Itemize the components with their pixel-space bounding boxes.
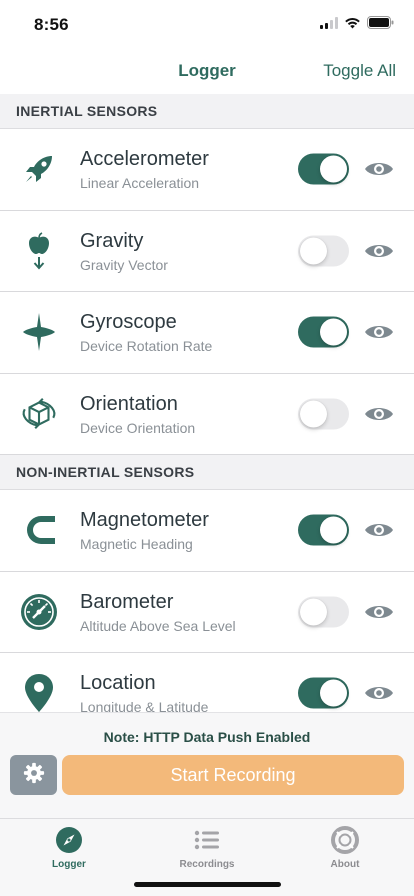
orientation-toggle[interactable]	[298, 398, 349, 430]
gravity-toggle[interactable]	[298, 235, 349, 267]
sensor-name: Gravity	[80, 229, 144, 252]
sensor-description: Device Rotation Rate	[80, 338, 213, 354]
wifi-icon	[344, 16, 361, 34]
recording-panel: Note: HTTP Data Push Enabled Start Recor…	[0, 712, 414, 818]
toggle-knob	[300, 598, 327, 626]
map-pin-icon	[20, 674, 58, 712]
sensor-row-gyroscope: Gyroscope Device Rotation Rate	[0, 292, 414, 374]
list-icon	[192, 825, 222, 855]
gauge-icon	[20, 593, 58, 631]
rocket-icon	[20, 150, 58, 188]
start-recording-button[interactable]: Start Recording	[62, 755, 404, 795]
tab-label: Recordings	[179, 859, 235, 870]
sensor-description: Device Orientation	[80, 419, 196, 436]
cellular-signal-icon	[320, 16, 338, 34]
sensor-description: Altitude Above Sea Level	[80, 617, 236, 634]
magnet-icon	[20, 511, 58, 549]
home-indicator	[134, 882, 281, 887]
toggle-knob	[300, 400, 327, 428]
location-toggle[interactable]	[298, 677, 349, 709]
eye-icon[interactable]	[364, 403, 394, 425]
accelerometer-toggle[interactable]	[298, 153, 349, 185]
settings-button[interactable]	[10, 755, 57, 795]
sensor-name: Location	[80, 672, 156, 694]
status-time: 8:56	[34, 15, 69, 34]
toggle-knob	[320, 318, 347, 346]
battery-icon	[367, 16, 394, 34]
barometer-toggle[interactable]	[298, 596, 349, 628]
sensor-row-magnetometer: Magnetometer Magnetic Heading	[0, 490, 414, 572]
eye-icon[interactable]	[364, 601, 394, 623]
tab-recordings[interactable]: Recordings	[138, 825, 276, 877]
gyroscope-toggle[interactable]	[298, 316, 349, 348]
sensor-name: Barometer	[80, 590, 174, 613]
sensor-name: Gyroscope	[80, 311, 177, 333]
sensor-description: Longitude & Latitude	[80, 699, 209, 712]
sensor-list[interactable]: INERTIAL SENSORS Accelerometer Linear Ac…	[0, 94, 414, 712]
sensor-description: Magnetic Heading	[80, 536, 193, 552]
nav-bar: Logger Toggle All	[0, 48, 414, 94]
eye-icon[interactable]	[364, 519, 394, 541]
tab-bar: Logger Recordings About	[0, 818, 414, 896]
eye-icon[interactable]	[364, 321, 394, 343]
eye-icon[interactable]	[364, 158, 394, 180]
sensor-row-location: Location Longitude & Latitude	[0, 653, 414, 712]
toggle-all-button[interactable]: Toggle All	[323, 61, 396, 81]
sensor-description: Gravity Vector	[80, 256, 168, 273]
sensor-row-orientation: Orientation Device Orientation	[0, 373, 414, 455]
compass-icon	[54, 825, 84, 855]
tab-about[interactable]: About	[276, 825, 414, 877]
sensor-name: Orientation	[80, 392, 178, 415]
lifebuoy-icon	[330, 825, 360, 855]
section-header-inertial: INERTIAL SENSORS	[0, 94, 414, 129]
sensor-row-barometer: Barometer Altitude Above Sea Level	[0, 571, 414, 653]
rotate-cube-icon	[20, 395, 58, 433]
tab-label: Logger	[52, 859, 86, 870]
toggle-knob	[320, 679, 347, 707]
eye-icon[interactable]	[364, 240, 394, 262]
sensor-name: Magnetometer	[80, 509, 209, 531]
tab-label: About	[330, 859, 360, 870]
magnetometer-toggle[interactable]	[298, 514, 349, 546]
section-header-non-inertial: NON-INERTIAL SENSORS	[0, 455, 414, 490]
apple-falling-icon	[20, 232, 58, 270]
status-icons	[320, 16, 394, 34]
tab-logger[interactable]: Logger	[0, 825, 138, 877]
http-push-note: Note: HTTP Data Push Enabled	[103, 729, 311, 745]
gear-icon	[23, 762, 45, 789]
eye-icon[interactable]	[364, 682, 394, 704]
sensor-row-accelerometer: Accelerometer Linear Acceleration	[0, 129, 414, 211]
sensor-description: Linear Acceleration	[80, 175, 200, 191]
spinning-top-icon	[20, 313, 58, 352]
toggle-knob	[300, 237, 327, 265]
sensor-name: Accelerometer	[80, 148, 209, 170]
toggle-knob	[320, 155, 347, 183]
status-bar: 8:56	[0, 0, 414, 48]
sensor-row-gravity: Gravity Gravity Vector	[0, 210, 414, 292]
toggle-knob	[320, 516, 347, 544]
